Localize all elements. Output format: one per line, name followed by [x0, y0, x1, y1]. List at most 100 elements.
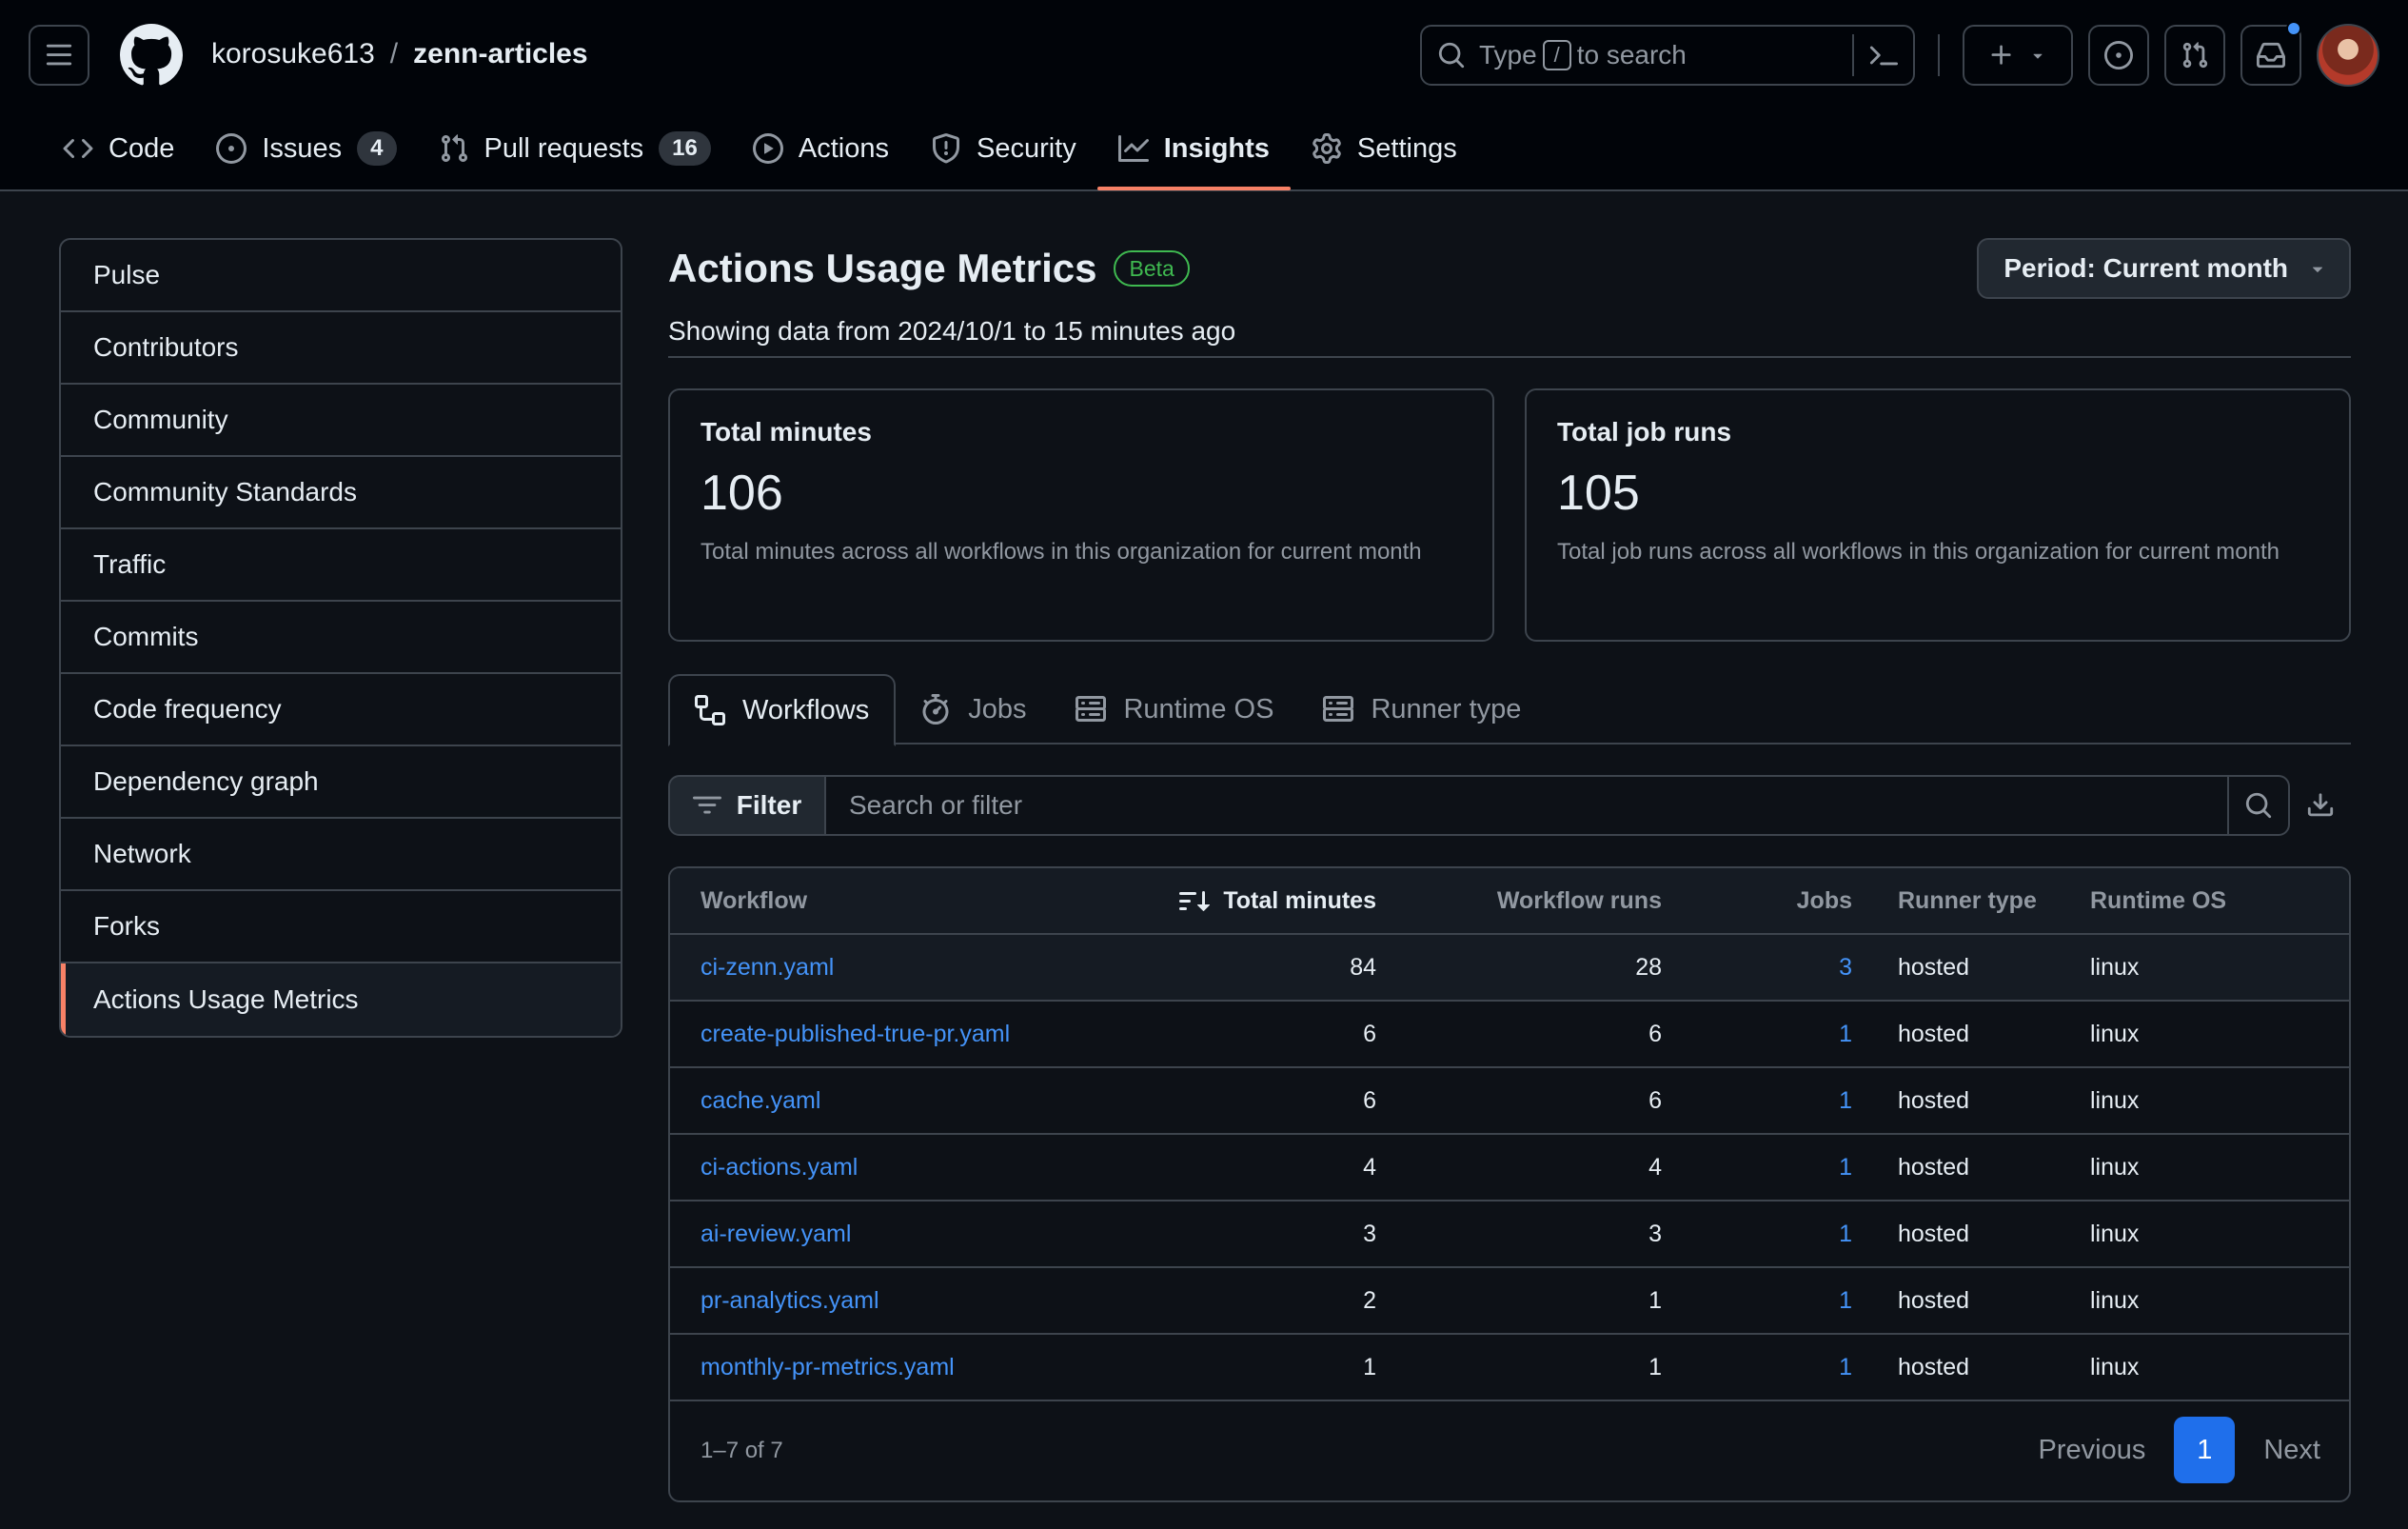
repo-owner-link[interactable]: korosuke613	[211, 36, 375, 72]
view-tabs: Workflows Jobs Runtime OS Runner type	[668, 674, 2351, 746]
hamburger-menu-button[interactable]	[29, 25, 89, 86]
workflow-link[interactable]: ci-zenn.yaml	[670, 954, 1091, 982]
tab-runner-type[interactable]: Runner type	[1298, 674, 1546, 745]
repo-breadcrumb: korosuke613 / zenn-articles	[211, 36, 588, 72]
table-header-row: Workflow Total minutes Workflow runs Job…	[670, 868, 2349, 935]
tab-label: Pull requests	[484, 132, 644, 164]
sidebar-item-forks[interactable]: Forks	[61, 891, 621, 963]
search-shortcut-key: /	[1542, 40, 1571, 70]
runtime-os-cell: linux	[2090, 953, 2140, 981]
tab-label: Jobs	[968, 693, 1027, 725]
summary-cards: Total minutes 106 Total minutes across a…	[668, 388, 2351, 642]
issues-count-badge: 4	[357, 131, 397, 166]
period-dropdown[interactable]: Period: Current month	[1977, 238, 2351, 299]
sidebar-item-dependency-graph[interactable]: Dependency graph	[61, 746, 621, 819]
server-icon	[1076, 694, 1107, 725]
tab-label: Code	[109, 132, 175, 164]
pull-request-icon	[439, 133, 469, 164]
jobs-link[interactable]: 1	[1662, 1221, 1852, 1248]
filter-button[interactable]: Filter	[668, 775, 826, 836]
tab-issues[interactable]: Issues 4	[195, 122, 417, 175]
column-header-workflow-runs[interactable]: Workflow runs	[1376, 887, 1662, 915]
jobs-link[interactable]: 3	[1662, 954, 1852, 982]
download-button[interactable]	[2290, 775, 2351, 836]
sidebar-item-community-standards[interactable]: Community Standards	[61, 457, 621, 529]
jobs-link[interactable]: 1	[1662, 1154, 1852, 1182]
issues-shortcut-button[interactable]	[2088, 25, 2149, 86]
caret-down-icon	[2307, 258, 2328, 279]
sidebar-item-code-frequency[interactable]: Code frequency	[61, 674, 621, 746]
inbox-icon	[2257, 41, 2285, 70]
caret-down-icon	[2028, 46, 2047, 65]
pull-request-icon	[2181, 41, 2209, 70]
workflow-runs-cell: 3	[1648, 1220, 1662, 1247]
previous-page-button[interactable]: Previous	[2039, 1435, 2146, 1466]
tab-workflows[interactable]: Workflows	[668, 674, 897, 746]
column-header-runner-type[interactable]: Runner type	[1852, 887, 2090, 915]
create-new-button[interactable]	[1963, 25, 2073, 86]
page-1-button[interactable]: 1	[2174, 1417, 2236, 1483]
tab-pull-requests[interactable]: Pull requests 16	[418, 122, 732, 175]
next-page-button[interactable]: Next	[2263, 1435, 2320, 1466]
workflow-link[interactable]: create-published-true-pr.yaml	[670, 1021, 1091, 1048]
column-header-runtime-os[interactable]: Runtime OS	[2090, 887, 2347, 915]
pull-requests-shortcut-button[interactable]	[2164, 25, 2225, 86]
workflow-runs-cell: 1	[1648, 1286, 1662, 1314]
workflow-link[interactable]: ci-actions.yaml	[670, 1154, 1091, 1182]
tab-runtime-os[interactable]: Runtime OS	[1051, 674, 1298, 745]
workflow-link[interactable]: pr-analytics.yaml	[670, 1287, 1091, 1315]
issue-icon	[216, 133, 247, 164]
workflow-link[interactable]: monthly-pr-metrics.yaml	[670, 1354, 1091, 1381]
sidebar-item-pulse[interactable]: Pulse	[61, 240, 621, 312]
jobs-link[interactable]: 1	[1662, 1087, 1852, 1115]
tab-insights[interactable]: Insights	[1096, 122, 1292, 190]
workflow-link[interactable]: cache.yaml	[670, 1087, 1091, 1115]
tab-label: Runner type	[1371, 693, 1522, 725]
runner-type-cell: hosted	[1898, 1353, 1970, 1380]
workflow-runs-cell: 1	[1648, 1353, 1662, 1380]
global-search-input[interactable]: Type / to search	[1420, 25, 1915, 86]
runner-type-cell: hosted	[1898, 1286, 1970, 1314]
sidebar-item-community[interactable]: Community	[61, 385, 621, 457]
sidebar-item-actions-usage-metrics[interactable]: Actions Usage Metrics	[61, 963, 621, 1036]
card-title: Total job runs	[1557, 417, 1732, 447]
tab-settings[interactable]: Settings	[1291, 122, 1478, 175]
tab-jobs[interactable]: Jobs	[896, 674, 1051, 745]
total-minutes-cell: 6	[1363, 1086, 1376, 1114]
workflow-icon	[695, 695, 725, 725]
column-header-workflow[interactable]: Workflow	[670, 887, 1091, 915]
insights-sidebar: Pulse Contributors Community Community S…	[59, 238, 622, 1038]
workflow-runs-cell: 28	[1635, 953, 1662, 981]
tab-label: Security	[976, 132, 1076, 164]
sidebar-item-network[interactable]: Network	[61, 819, 621, 891]
filter-search-button[interactable]	[2229, 775, 2290, 836]
card-description: Total job runs across all workflows in t…	[1557, 539, 2280, 565]
tab-actions[interactable]: Actions	[732, 122, 910, 175]
pagination-range: 1–7 of 7	[701, 1438, 783, 1463]
user-avatar[interactable]	[2317, 24, 2379, 87]
header-divider	[1938, 34, 1940, 76]
sidebar-item-traffic[interactable]: Traffic	[61, 529, 621, 602]
runtime-os-cell: linux	[2090, 1220, 2140, 1247]
table-row: cache.yaml 6 6 1 hosted linux	[670, 1068, 2349, 1135]
repo-name-link[interactable]: zenn-articles	[413, 36, 587, 72]
runner-type-cell: hosted	[1898, 1220, 1970, 1247]
command-palette-button[interactable]	[1852, 34, 1913, 76]
jobs-link[interactable]: 1	[1662, 1021, 1852, 1048]
github-logo-icon[interactable]	[120, 24, 183, 87]
card-value: 105	[1557, 466, 1640, 521]
search-filter-input[interactable]: Search or filter	[826, 775, 2229, 836]
total-job-runs-card: Total job runs 105 Total job runs across…	[1525, 388, 2351, 642]
runner-type-cell: hosted	[1898, 1020, 1970, 1047]
jobs-link[interactable]: 1	[1662, 1287, 1852, 1315]
sidebar-item-commits[interactable]: Commits	[61, 602, 621, 674]
workflow-link[interactable]: ai-review.yaml	[670, 1221, 1091, 1248]
column-header-jobs[interactable]: Jobs	[1662, 887, 1852, 915]
tab-security[interactable]: Security	[910, 122, 1097, 175]
tab-code[interactable]: Code	[42, 122, 195, 175]
runner-type-cell: hosted	[1898, 1153, 1970, 1181]
column-header-total-minutes[interactable]: Total minutes	[1091, 885, 1376, 916]
jobs-link[interactable]: 1	[1662, 1354, 1852, 1381]
sidebar-item-contributors[interactable]: Contributors	[61, 312, 621, 385]
pull-requests-count-badge: 16	[659, 131, 711, 166]
